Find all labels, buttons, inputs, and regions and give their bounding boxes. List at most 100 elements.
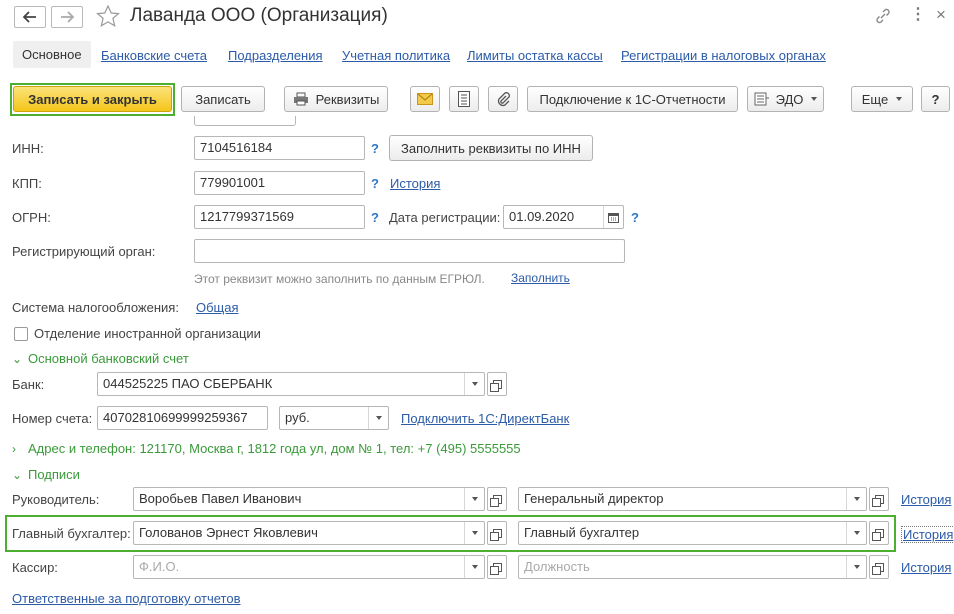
director-position-value: Генеральный директор (524, 491, 664, 506)
chief-accountant-name-dropdown[interactable] (464, 522, 484, 544)
cashier-name-dropdown[interactable] (464, 556, 484, 578)
signatures-section-header[interactable]: ⌄ Подписи (12, 467, 80, 482)
tab-departments[interactable]: Подразделения (228, 48, 323, 63)
direct-bank-link[interactable]: Подключить 1С:ДиректБанк (401, 411, 569, 426)
cashier-open-button[interactable] (487, 555, 507, 579)
reg-date-input[interactable]: 01.09.2020 (503, 205, 624, 229)
calendar-button[interactable] (603, 206, 623, 228)
director-position-open-button[interactable] (869, 487, 889, 511)
chevron-down-icon (471, 382, 478, 386)
foreign-branch-checkbox[interactable] (14, 327, 28, 341)
reg-date-help[interactable]: ? (631, 210, 639, 225)
currency-dropdown[interactable] (368, 407, 388, 429)
bank-dropdown[interactable] (464, 373, 484, 395)
edo-label: ЭДО (775, 91, 804, 107)
printer-icon (293, 92, 308, 106)
reg-date-label: Дата регистрации: (389, 210, 501, 225)
connect-reporting-button[interactable]: Подключение к 1С-Отчетности (527, 86, 738, 112)
cashier-name-placeholder: Ф.И.О. (139, 559, 180, 574)
cashier-position-dropdown[interactable] (846, 556, 866, 578)
chief-accountant-position-input[interactable]: Главный бухгалтер (518, 521, 867, 545)
tab-main[interactable]: Основное (13, 41, 91, 68)
chevron-down-icon (853, 497, 860, 501)
chevron-down-icon: ⌄ (12, 467, 23, 482)
fill-by-inn-button[interactable]: Заполнить реквизиты по ИНН (389, 135, 593, 161)
help-button[interactable]: ? (921, 86, 950, 112)
close-icon[interactable]: × (936, 5, 946, 25)
calendar-icon (608, 212, 619, 223)
cashier-position-input[interactable]: Должность (518, 555, 867, 579)
chief-accountant-open-button[interactable] (487, 521, 507, 545)
more-label: Еще (861, 91, 889, 107)
director-position-input[interactable]: Генеральный директор (518, 487, 867, 511)
link-button[interactable] (874, 7, 892, 28)
kpp-input[interactable]: 779901001 (194, 171, 365, 195)
save-and-close-button[interactable]: Записать и закрыть (13, 86, 172, 112)
chevron-right-icon: › (12, 441, 16, 456)
inn-help[interactable]: ? (371, 141, 379, 156)
star-icon (96, 4, 120, 28)
reg-authority-input[interactable] (194, 239, 625, 263)
attach-button[interactable] (488, 86, 518, 112)
tab-accounting-policy[interactable]: Учетная политика (342, 48, 450, 63)
bank-section-header[interactable]: ⌄ Основной банковский счет (12, 351, 189, 366)
ogrn-input[interactable]: 1217799371569 (194, 205, 365, 229)
open-icon (489, 528, 502, 541)
bank-open-button[interactable] (487, 372, 507, 396)
account-input[interactable]: 40702810699999259367 (97, 406, 268, 430)
responsible-reports-link[interactable]: Ответственные за подготовку отчетов (12, 591, 241, 606)
currency-select[interactable]: руб. (279, 406, 389, 430)
chief-accountant-position-dropdown[interactable] (846, 522, 866, 544)
open-icon (871, 494, 884, 507)
cashier-name-input[interactable]: Ф.И.О. (133, 555, 485, 579)
more-vertical-icon[interactable]: ⋮ (910, 6, 926, 24)
director-position-dropdown[interactable] (846, 488, 866, 510)
window-title: Лаванда ООО (Организация) (130, 5, 388, 26)
cashier-label: Кассир: (12, 560, 58, 575)
director-history-link[interactable]: История (901, 492, 951, 507)
signatures-title: Подписи (28, 467, 80, 482)
kpp-history-link[interactable]: История (390, 176, 440, 191)
kpp-label: КПП: (12, 176, 42, 191)
requisites-button[interactable]: Реквизиты (284, 86, 388, 112)
cashier-history-link[interactable]: История (901, 560, 951, 575)
director-name-value: Воробьев Павел Иванович (139, 491, 302, 506)
chief-accountant-history-link[interactable]: История (901, 526, 954, 543)
director-open-button[interactable] (487, 487, 507, 511)
open-icon (489, 494, 502, 507)
save-button[interactable]: Записать (181, 86, 265, 112)
bank-input[interactable]: 044525225 ПАО СБЕРБАНК (97, 372, 485, 396)
forward-button[interactable] (51, 6, 83, 28)
open-icon (871, 528, 884, 541)
director-label: Руководитель: (12, 492, 100, 507)
chief-accountant-position-value: Главный бухгалтер (524, 525, 640, 540)
fill-egrul-link[interactable]: Заполнить (511, 271, 570, 285)
open-icon (871, 562, 884, 575)
tab-tax-registrations[interactable]: Регистрации в налоговых органах (621, 48, 826, 63)
chief-accountant-name-input[interactable]: Голованов Эрнест Яковлевич (133, 521, 485, 545)
kpp-help[interactable]: ? (371, 176, 379, 191)
favorite-star-button[interactable] (96, 4, 120, 30)
director-name-dropdown[interactable] (464, 488, 484, 510)
chevron-down-icon (853, 565, 860, 569)
report-button[interactable] (449, 86, 479, 112)
director-name-input[interactable]: Воробьев Павел Иванович (133, 487, 485, 511)
address-section-header[interactable]: › Адрес и телефон: 121170, Москва г, 181… (12, 441, 521, 456)
email-button[interactable] (410, 86, 440, 112)
back-button[interactable] (14, 6, 46, 28)
chevron-down-icon (853, 531, 860, 535)
envelope-icon (417, 93, 433, 105)
ogrn-help[interactable]: ? (371, 210, 379, 225)
chevron-down-icon (471, 565, 478, 569)
chief-accountant-position-open-button[interactable] (869, 521, 889, 545)
arrow-right-icon (61, 11, 74, 23)
chevron-down-icon (375, 416, 382, 420)
tab-cash-limits[interactable]: Лимиты остатка кассы (467, 48, 603, 63)
tab-bank-accounts[interactable]: Банковские счета (101, 48, 207, 63)
more-button[interactable]: Еще (851, 86, 913, 112)
cashier-position-open-button[interactable] (869, 555, 889, 579)
inn-input[interactable]: 7104516184 (194, 136, 365, 160)
tax-system-link[interactable]: Общая (196, 300, 239, 315)
reg-authority-label: Регистрирующий орган: (12, 244, 156, 259)
edo-button[interactable]: ЭДО (747, 86, 824, 112)
